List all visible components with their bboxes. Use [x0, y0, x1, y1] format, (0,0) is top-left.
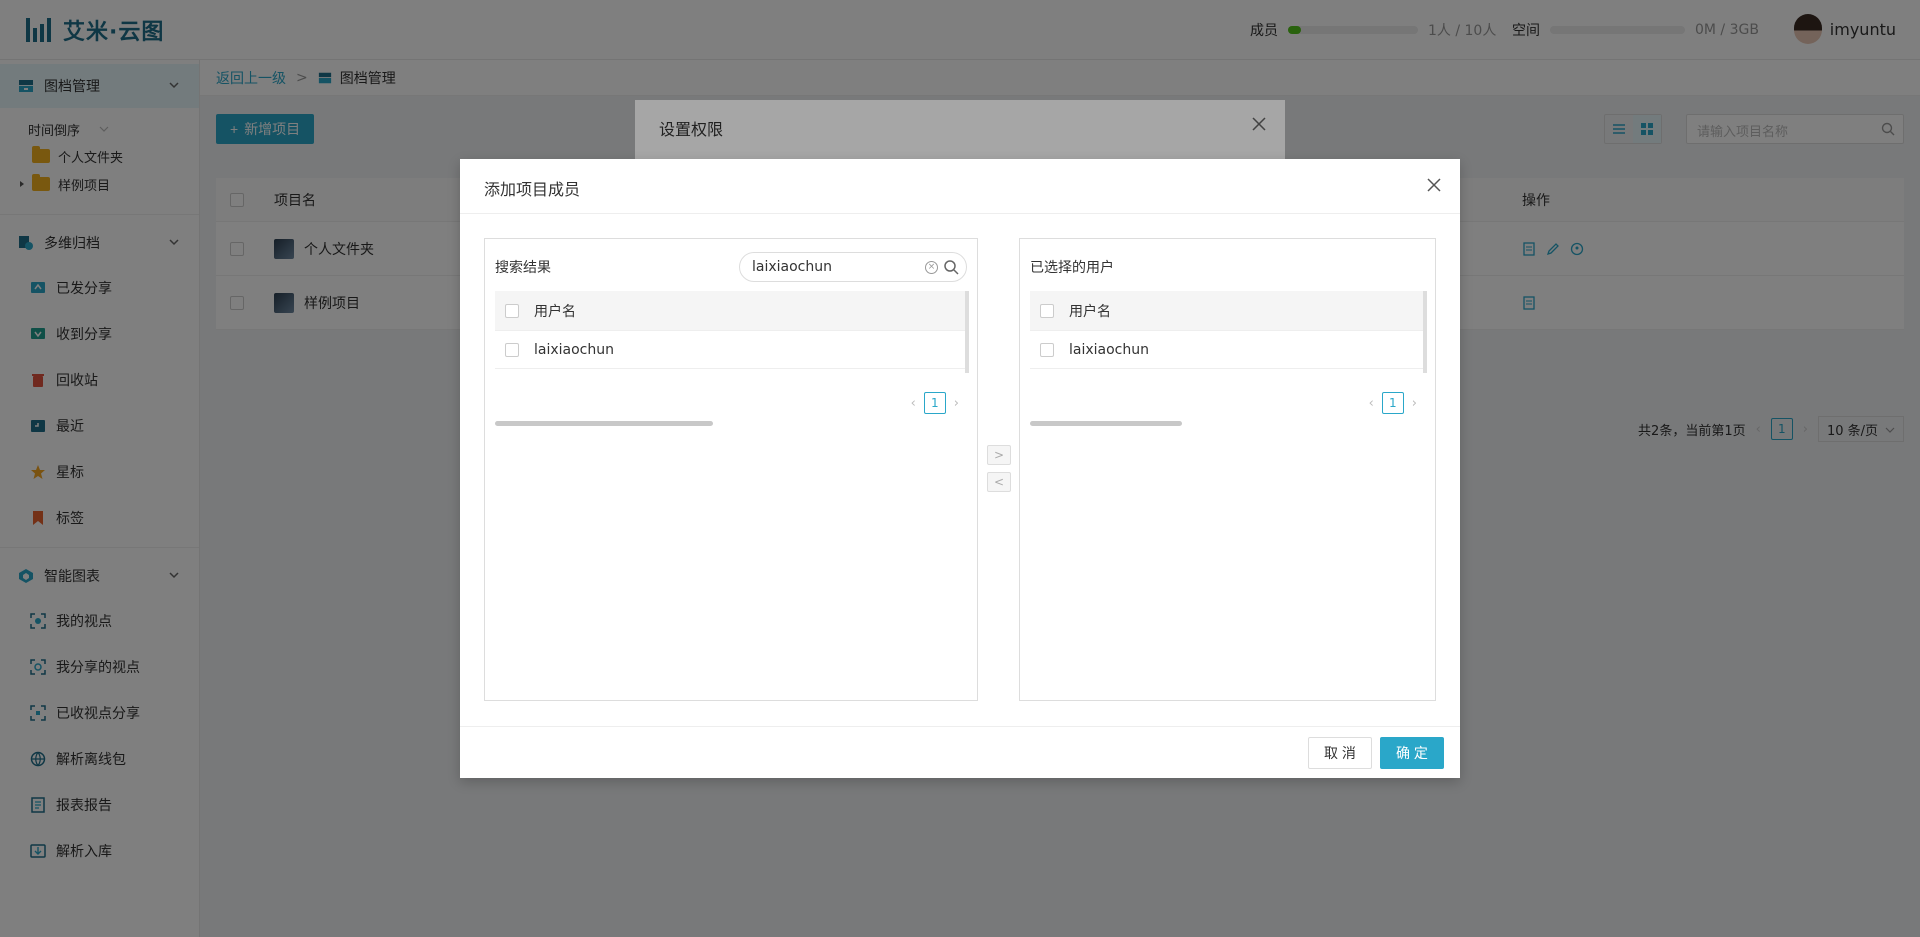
confirm-button[interactable]: 确 定: [1380, 737, 1444, 769]
search-value: laixiaochun: [752, 259, 832, 275]
table-row[interactable]: laixiaochun: [1030, 331, 1427, 369]
user-search-input[interactable]: laixiaochun ×: [739, 252, 967, 282]
move-left-button[interactable]: <: [987, 472, 1011, 492]
row-checkbox[interactable]: [1040, 342, 1054, 357]
move-right-button[interactable]: >: [987, 445, 1011, 465]
table-header: 用户名: [495, 291, 969, 331]
row-checkbox[interactable]: [505, 342, 519, 357]
column-header-username: 用户名: [1069, 303, 1111, 320]
page-number[interactable]: 1: [923, 392, 946, 414]
horizontal-scrollbar[interactable]: [1030, 421, 1182, 426]
dialog-footer: 取 消 确 定: [460, 726, 1460, 778]
next-page-icon[interactable]: ›: [1412, 396, 1417, 411]
page-number[interactable]: 1: [1381, 392, 1404, 414]
select-all-checkbox[interactable]: [1040, 303, 1054, 318]
prev-page-icon[interactable]: ‹: [911, 396, 916, 411]
table-row[interactable]: laixiaochun: [495, 331, 969, 369]
search-results-pagination: ‹ 1 ›: [911, 392, 959, 414]
prev-page-icon[interactable]: ‹: [1369, 396, 1374, 411]
username-cell: laixiaochun: [1069, 341, 1149, 358]
username-cell: laixiaochun: [534, 341, 614, 358]
dialog-header: 添加项目成员: [460, 159, 1460, 214]
column-header-username: 用户名: [534, 303, 576, 320]
close-icon[interactable]: [1424, 175, 1444, 195]
select-all-checkbox[interactable]: [505, 303, 519, 318]
vertical-scrollbar[interactable]: [965, 291, 969, 373]
selected-users-pagination: ‹ 1 ›: [1369, 392, 1417, 414]
search-results-title: 搜索结果: [495, 260, 551, 276]
dialog-title: 添加项目成员: [484, 180, 581, 199]
search-results-panel: 搜索结果 laixiaochun × 用户名 laixiaochun ‹ 1 ›: [484, 238, 978, 701]
selected-users-title: 已选择的用户: [1030, 260, 1114, 276]
search-icon[interactable]: [943, 259, 959, 275]
clear-icon[interactable]: ×: [925, 261, 938, 274]
table-header: 用户名: [1030, 291, 1427, 331]
horizontal-scrollbar[interactable]: [495, 421, 713, 426]
search-results-table: 用户名 laixiaochun: [495, 291, 969, 426]
cancel-button[interactable]: 取 消: [1308, 737, 1372, 769]
selected-users-panel: 已选择的用户 用户名 laixiaochun ‹ 1 ›: [1019, 238, 1436, 701]
add-member-dialog: 添加项目成员 搜索结果 laixiaochun × 用户名 laixiaochu…: [460, 159, 1460, 778]
selected-users-table: 用户名 laixiaochun: [1030, 291, 1427, 426]
next-page-icon[interactable]: ›: [954, 396, 959, 411]
vertical-scrollbar[interactable]: [1423, 291, 1427, 373]
